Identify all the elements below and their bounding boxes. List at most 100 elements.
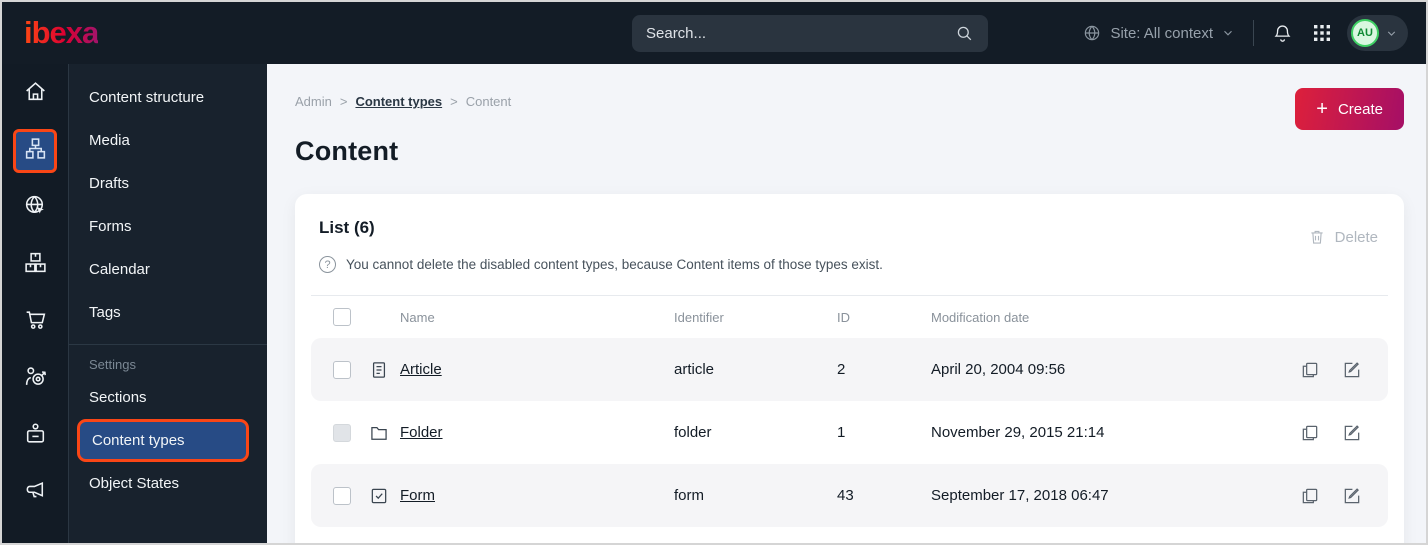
edit-icon[interactable] <box>1342 423 1362 443</box>
create-button[interactable]: + Create <box>1295 88 1404 130</box>
personalization-icon <box>23 364 48 394</box>
delete-button[interactable]: Delete <box>1308 228 1378 246</box>
copy-icon[interactable] <box>1300 423 1320 443</box>
globe-icon <box>1085 25 1100 41</box>
menu-item-tags[interactable]: Tags <box>69 291 267 334</box>
breadcrumb-separator: > <box>450 94 458 109</box>
app-grid-icon[interactable] <box>1313 24 1331 42</box>
menu-item-drafts[interactable]: Drafts <box>69 162 267 205</box>
content-structure-icon <box>23 136 48 166</box>
site-globe-icon <box>23 193 48 223</box>
ibexa-logo[interactable]: ibexa <box>24 15 99 51</box>
rail-product-catalog[interactable] <box>13 243 57 287</box>
list-title: List (6) <box>319 218 375 237</box>
avatar: AU <box>1351 19 1379 47</box>
column-id: ID <box>837 309 850 325</box>
content-type-link[interactable]: Form <box>400 487 435 504</box>
edit-icon[interactable] <box>1342 360 1362 380</box>
table-row: Folder folder 1 November 29, 2015 21:14 <box>311 401 1388 464</box>
menu-item-sections[interactable]: Sections <box>69 376 267 419</box>
identifier-cell: folder <box>674 424 712 441</box>
id-cell: 1 <box>837 424 846 441</box>
modification-date-cell: November 29, 2015 21:14 <box>931 424 1105 441</box>
table-row: Article article 2 April 20, 2004 09:56 <box>311 338 1388 401</box>
table-header: Name Identifier ID Modification date <box>311 296 1388 338</box>
id-cell: 43 <box>837 487 854 504</box>
rail-site[interactable] <box>13 186 57 230</box>
icon-rail <box>2 64 69 543</box>
row-checkbox[interactable] <box>333 486 351 505</box>
content-type-link[interactable]: Article <box>400 361 442 378</box>
info-row: ? You cannot delete the disabled content… <box>319 256 1380 273</box>
identifier-cell: form <box>674 487 704 504</box>
rail-content-structure[interactable] <box>13 129 57 173</box>
article-icon <box>369 360 389 380</box>
chevron-down-icon <box>1221 26 1235 40</box>
copy-icon[interactable] <box>1300 486 1320 506</box>
modification-date-cell: September 17, 2018 06:47 <box>931 487 1109 504</box>
list-card: List (6) Delete ? You cannot delete the … <box>295 194 1404 543</box>
topbar-divider <box>1253 20 1254 46</box>
rail-marketing[interactable] <box>13 471 57 515</box>
notifications-bell-icon[interactable] <box>1272 23 1293 44</box>
app-window: ibexa Site: All context <box>0 0 1428 545</box>
topbar-right: Site: All context AU <box>1082 2 1408 64</box>
menu-item-content-structure[interactable]: Content structure <box>69 76 267 119</box>
delete-button-label: Delete <box>1334 228 1378 246</box>
menu-divider <box>69 344 267 345</box>
row-checkbox[interactable] <box>333 360 351 379</box>
site-context-label: Site: All context <box>1110 24 1213 42</box>
column-modification-date: Modification date <box>931 309 1030 325</box>
menu-item-forms[interactable]: Forms <box>69 205 267 248</box>
info-text: You cannot delete the disabled content t… <box>346 257 883 272</box>
rail-personalization[interactable] <box>13 357 57 401</box>
column-name: Name <box>400 309 435 325</box>
user-menu[interactable]: AU <box>1347 15 1408 51</box>
search-input[interactable] <box>646 25 955 42</box>
menu-item-media[interactable]: Media <box>69 119 267 162</box>
rail-home[interactable] <box>13 72 57 116</box>
help-icon: ? <box>319 256 336 273</box>
rail-commerce[interactable] <box>13 300 57 344</box>
identifier-cell: article <box>674 361 715 378</box>
menu-section-label: Settings <box>89 357 136 372</box>
menu-item-content-types[interactable]: Content types <box>77 419 249 462</box>
product-catalog-icon <box>23 250 48 280</box>
form-icon <box>369 486 389 506</box>
table-rows: Article article 2 April 20, 2004 09:56 F… <box>311 338 1388 527</box>
marketing-megaphone-icon <box>23 478 48 508</box>
id-cell: 2 <box>837 361 846 378</box>
main-content: Admin > Content types > Content + Create… <box>267 64 1426 543</box>
edit-icon[interactable] <box>1342 486 1362 506</box>
copy-icon[interactable] <box>1300 360 1320 380</box>
home-icon <box>23 79 48 109</box>
create-button-label: Create <box>1337 100 1383 118</box>
breadcrumb: Admin > Content types > Content <box>295 94 1404 109</box>
top-bar: ibexa Site: All context <box>2 2 1426 64</box>
modification-date-cell: April 20, 2004 09:56 <box>931 361 1066 378</box>
rail-admin[interactable] <box>13 414 57 458</box>
chevron-down-icon <box>1385 27 1398 40</box>
global-search <box>632 15 988 52</box>
breadcrumb-admin: Admin <box>295 94 332 109</box>
admin-badge-icon <box>23 421 48 451</box>
menu-settings-items: Sections Content types Object States <box>69 376 267 505</box>
table-row: Form form 43 September 17, 2018 06:47 <box>311 464 1388 527</box>
breadcrumb-content-types[interactable]: Content types <box>355 94 442 109</box>
breadcrumb-current: Content <box>465 94 512 109</box>
content-type-link[interactable]: Folder <box>400 424 443 441</box>
trash-icon <box>1311 230 1323 244</box>
select-all-checkbox[interactable] <box>333 308 351 326</box>
row-checkbox <box>333 423 351 442</box>
menu-item-calendar[interactable]: Calendar <box>69 248 267 291</box>
page-title: Content <box>295 136 399 166</box>
search-icon[interactable] <box>955 24 974 43</box>
menu-items: Content structure Media Drafts Forms Cal… <box>69 76 267 334</box>
column-identifier: Identifier <box>674 309 724 325</box>
menu-item-object-states[interactable]: Object States <box>69 462 267 505</box>
breadcrumb-separator: > <box>339 94 348 109</box>
side-menu: Content structure Media Drafts Forms Cal… <box>69 64 267 543</box>
folder-icon <box>369 423 389 443</box>
plus-icon: + <box>1316 98 1328 120</box>
site-context-dropdown[interactable]: Site: All context <box>1082 23 1235 43</box>
